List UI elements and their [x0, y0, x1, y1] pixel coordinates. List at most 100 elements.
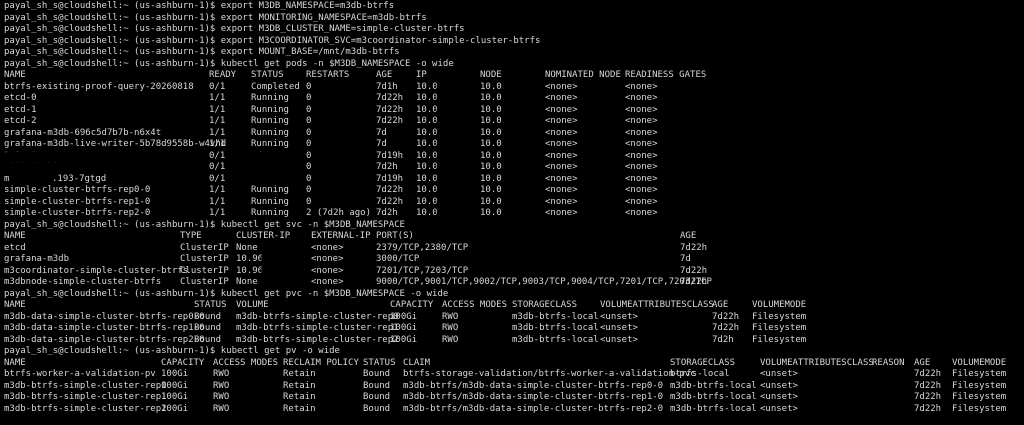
table-cell: 0: [306, 93, 312, 103]
table-cell: m3dbnode-simple-cluster-btrfs: [4, 277, 162, 287]
table-cell: 1/1: [209, 104, 226, 115]
table-cell: Running: [251, 208, 289, 218]
redaction-mark: [438, 197, 466, 207]
table-cell: m3db-data-simple-cluster-btrfs-rep2-0: [4, 334, 205, 345]
table-cell: m3db-btrfs-local: [670, 392, 757, 402]
table-cell: 1/1: [209, 139, 226, 149]
table-cell: 2379/TCP,2380/TCP: [376, 242, 469, 253]
table-cell: <unset>: [760, 392, 798, 402]
table-cell: grafana-m3db: [4, 254, 70, 264]
table-cell: Running: [251, 93, 289, 103]
table-cell: RWO: [213, 369, 230, 379]
column-header: CAPACITY: [161, 357, 205, 368]
table-cell: m3db-btrfs-simple-cluster-rep1: [4, 392, 167, 402]
table-cell: m3db-btrfs-local: [512, 323, 599, 333]
redaction-mark: [438, 186, 466, 195]
table-cell: 1/1: [209, 185, 226, 195]
redaction-mark: [438, 209, 466, 218]
table-cell: m3db-btrfs-simple-cluster-rep0: [4, 380, 167, 391]
table-cell: <none>: [545, 139, 578, 149]
redaction-mark: [250, 163, 280, 172]
table-cell: <none>: [545, 162, 578, 172]
table-cell: 7201/TCP,7203/TCP: [376, 265, 469, 276]
column-header: TYPE: [180, 231, 202, 241]
table-cell: <none>: [625, 93, 658, 103]
redaction-mark: [250, 174, 280, 184]
table-cell: m3db-btrfs-simple-cluster-rep0: [236, 311, 399, 322]
redaction-mark: [250, 151, 290, 161]
table-cell: <none>: [625, 173, 658, 184]
column-header: STORAGECLASS: [512, 300, 578, 310]
table-cell: <none>: [625, 196, 658, 207]
column-header: IP: [416, 70, 427, 80]
table-cell: Filesystem: [752, 323, 807, 333]
column-header: REASON: [872, 357, 905, 368]
table-cell: Running: [251, 127, 289, 138]
table-cell: simple-cluster-btrfs-rep2-0: [4, 208, 151, 218]
redaction-mark: [504, 82, 532, 92]
table-cell: <none>: [545, 185, 578, 195]
table-cell: <none>: [545, 208, 578, 218]
table-cell: m3db-btrfs/m3db-data-simple-cluster-btrf…: [403, 380, 664, 391]
table-cell: <none>: [625, 127, 658, 138]
table-cell: etcd-2: [4, 116, 37, 126]
table-cell: Running: [251, 185, 289, 195]
table-cell: 7d22h: [376, 185, 404, 195]
table-cell: m3db-btrfs-simple-cluster-rep2: [236, 334, 399, 345]
table-cell: <none>: [311, 265, 344, 276]
table-cell: Filesystem: [752, 311, 807, 322]
table-cell: 0/1: [209, 173, 226, 184]
table-cell: 7d: [376, 127, 387, 138]
table-cell: 7d19h: [376, 150, 404, 161]
table-cell: Filesystem: [952, 380, 1007, 391]
table-cell: 0: [306, 150, 312, 161]
table-cell: <unset>: [760, 403, 798, 414]
column-header: READY: [209, 70, 237, 80]
table-cell: Bound: [194, 311, 222, 322]
redaction-mark: [504, 163, 532, 172]
table-cell: <none>: [545, 81, 578, 92]
table-cell: 2 (7d2h ago): [306, 208, 372, 218]
column-header: STATUS: [363, 357, 396, 368]
redaction-mark: [504, 186, 532, 195]
table-cell: 0: [306, 127, 312, 138]
table-cell: <none>: [545, 127, 578, 138]
table-cell: 9000/TCP,9001/TCP,9002/TCP,9003/TCP,9004…: [376, 277, 712, 287]
table-cell: <none>: [545, 104, 578, 115]
table-cell: Retain: [283, 380, 316, 391]
table-cell: ClusterIP: [180, 265, 229, 276]
command-line: payal_sh_s@cloudshell:~ (us-ashburn-1)$ …: [4, 288, 449, 299]
column-header: NOMINATED NODE: [545, 70, 621, 80]
table-cell: RWO: [213, 392, 230, 402]
table-cell: Filesystem: [952, 403, 1007, 414]
table-cell: 1/1: [209, 116, 226, 126]
table-cell: RWO: [442, 311, 459, 322]
table-cell: 7d22h: [376, 93, 404, 103]
table-cell: 7d2h: [376, 162, 398, 172]
redaction-mark: [438, 117, 466, 126]
table-cell: btrfs-existing-proof-query-20260818: [4, 81, 194, 92]
column-header: STORAGECLASS: [670, 357, 736, 368]
column-header: AGE: [712, 300, 729, 310]
redaction-mark: [438, 105, 466, 115]
column-header: NAME: [4, 300, 26, 310]
redaction-mark: [504, 209, 532, 218]
table-cell: 0/1: [209, 162, 226, 172]
column-header: NAME: [4, 70, 26, 80]
table-cell: m: [4, 173, 10, 184]
table-cell: 7d22h: [712, 311, 740, 322]
table-cell: <unset>: [760, 369, 798, 379]
table-cell: 1/1: [209, 196, 226, 207]
table-cell: 0: [306, 173, 312, 184]
table-cell: Retain: [283, 369, 316, 379]
terminal-window[interactable]: payal_sh_s@cloudshell:~ (us-ashburn-1)$ …: [0, 0, 1024, 425]
table-cell: btrfs-storage-validation/btrfs-worker-a-…: [403, 369, 696, 379]
table-cell: Filesystem: [952, 369, 1007, 379]
table-cell: 0: [306, 104, 312, 115]
table-cell: <unset>: [760, 380, 798, 391]
table-cell: Bound: [363, 392, 391, 402]
table-cell: 100Gi: [390, 323, 418, 333]
table-cell: 7d22h: [680, 242, 708, 253]
column-header: NODE: [480, 70, 502, 80]
table-cell: m3db-btrfs-simple-cluster-rep2: [4, 403, 167, 414]
